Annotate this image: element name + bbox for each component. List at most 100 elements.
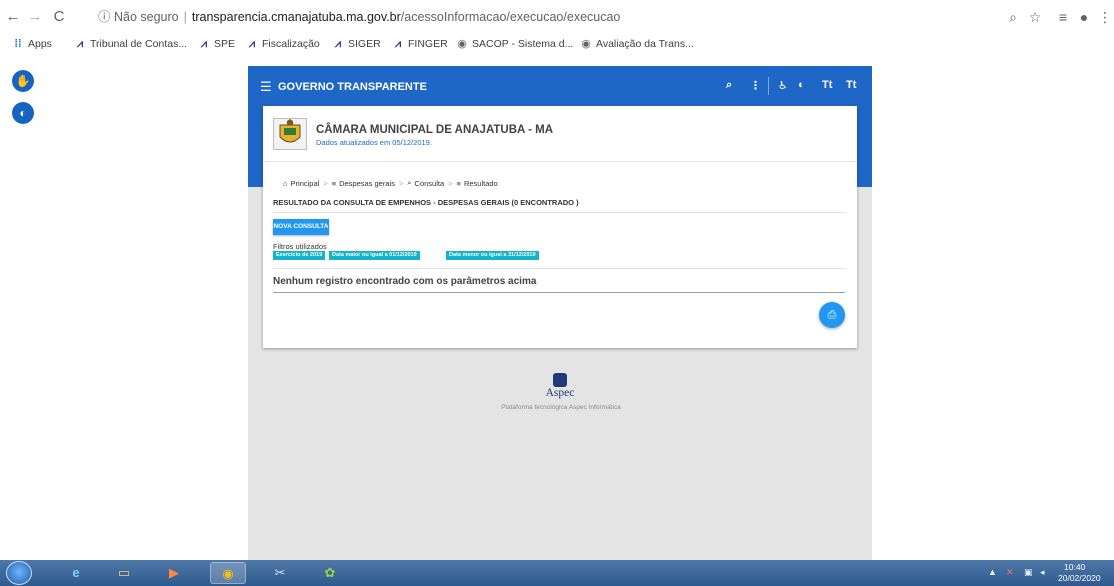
start-button[interactable] <box>6 561 32 585</box>
new-query-button[interactable]: NOVA CONSULTA <box>273 219 329 235</box>
bookmark-label: Tribunal de Contas... <box>90 38 188 50</box>
divider <box>263 161 857 162</box>
bookmark-label: Fiscalização <box>262 38 320 50</box>
bookmark-sacop[interactable]: ◉ SACOP - Sistema d... <box>456 37 573 51</box>
result-title: RESULTADO DA CONSULTA DE EMPENHOS - DESP… <box>273 198 579 207</box>
bookmark-label: SACOP - Sistema d... <box>472 38 574 50</box>
breadcrumb-separator: > <box>323 178 328 188</box>
site-container: ☰ GOVERNO TRANSPARENTE ⌕ ⋮ ♿ ◐ Tt Tt CÂM… <box>248 66 872 560</box>
globe-icon: ◉ <box>457 38 467 50</box>
print-button[interactable]: ⎙ <box>819 302 845 328</box>
volume-icon[interactable]: ◂ <box>1040 567 1045 578</box>
print-icon: ⎙ <box>827 309 837 321</box>
app-leaf-icon[interactable]: ✿ <box>312 562 348 584</box>
result-card: CÂMARA MUNICIPAL DE ANAJATUBA - MA Dados… <box>263 106 857 348</box>
forward-arrow-icon[interactable]: → <box>26 8 44 26</box>
search-icon: ⌕ <box>407 178 412 187</box>
bookmark-fiscalizacao[interactable]: ⩘ Fiscalização <box>246 37 320 51</box>
menu-kebab-icon[interactable]: ⋮ <box>1096 8 1114 26</box>
reload-icon[interactable]: C <box>50 8 68 26</box>
network-error-icon[interactable]: ✕ <box>1006 567 1014 578</box>
tce-logo-icon: ⩘ <box>394 38 402 50</box>
no-records-message: Nenhum registro encontrado com os parâme… <box>273 276 537 287</box>
browser-toolbar: ← → C ⓘ Não seguro | transparencia.cmanaja… <box>0 0 1114 34</box>
tools-app-icon[interactable]: ✂ <box>262 562 298 584</box>
bookmark-label: SIGER <box>348 38 381 50</box>
footer-tagline: Plataforma tecnológica Aspec Informática <box>501 404 621 411</box>
bookmark-tribunal[interactable]: ⩘ Tribunal de Contas... <box>74 37 187 51</box>
contrast-icon[interactable]: ◐ <box>12 102 34 124</box>
accessibility-icon[interactable]: ♿ <box>778 79 788 92</box>
globe-icon: ◉ <box>581 38 591 50</box>
bookmark-label: Apps <box>28 38 52 50</box>
font-decrease-icon[interactable]: Tt <box>822 79 832 91</box>
url-path: /acessoInformacao/execucao/execucao <box>400 10 621 24</box>
security-label: Não seguro <box>114 10 179 24</box>
aspec-logo[interactable]: Aspec <box>540 373 580 399</box>
bookmark-avaliacao[interactable]: ◉ Avaliação da Trans... <box>580 37 694 51</box>
page-viewport: ✋ ◐ ☰ GOVERNO TRANSPARENTE ⌕ ⋮ ♿ ◐ Tt Tt… <box>0 54 1114 560</box>
bookmark-label: Avaliação da Trans... <box>596 38 694 50</box>
sign-language-icon[interactable]: ✋ <box>12 70 34 92</box>
divider <box>273 268 845 269</box>
url-separator: | <box>183 10 187 24</box>
contrast-toggle-icon[interactable]: ◐ <box>798 79 805 91</box>
search-icon[interactable]: ⌕ <box>726 79 732 92</box>
file-explorer-icon[interactable]: ▭ <box>106 562 142 584</box>
municipal-crest-logo <box>273 118 307 150</box>
breadcrumb-principal[interactable]: Principal <box>291 179 320 188</box>
bookmark-star-icon[interactable]: ☆ <box>1026 8 1044 26</box>
tce-logo-icon: ⩘ <box>76 38 84 50</box>
reading-list-icon[interactable]: ≡ <box>1054 8 1072 26</box>
taskbar: e ▭ ▶ ◉ ✂ ✿ ▲ ✕ ▣ ◂ 10:40 20/02/2020 <box>0 560 1114 586</box>
bookmark-finger[interactable]: ⩘ FINGER <box>392 37 448 51</box>
back-arrow-icon[interactable]: ← <box>4 8 22 26</box>
apps-grid-icon: ⁞⁞ <box>14 38 22 50</box>
aspec-emblem-icon <box>553 373 567 387</box>
info-icon[interactable]: ⓘ <box>98 10 111 24</box>
clock-date[interactable]: 20/02/2020 <box>1058 573 1101 583</box>
last-updated-text: Dados atualizados em 05/12/2019. <box>316 138 432 147</box>
media-player-icon[interactable]: ▶ <box>156 562 192 584</box>
organization-name: CÂMARA MUNICIPAL DE ANAJATUBA - MA <box>316 124 554 136</box>
filters-label: Filtros utilizados <box>273 242 327 251</box>
bookmark-apps[interactable]: ⁞⁞ Apps <box>12 37 52 51</box>
filter-chip-year: Exercício de 2019 <box>273 251 326 260</box>
tce-logo-icon: ⩘ <box>334 38 342 50</box>
header-divider <box>768 77 769 95</box>
clock-time[interactable]: 10:40 <box>1064 562 1085 572</box>
breadcrumb-consulta[interactable]: Consulta <box>415 179 445 188</box>
profile-icon[interactable]: ● <box>1075 8 1093 26</box>
list-icon: ≡ <box>456 178 461 188</box>
breadcrumb-resultado: Resultado <box>463 178 498 188</box>
filter-chip-date-from: Data maior ou igual a 01/12/2019 <box>329 251 420 260</box>
internet-explorer-icon[interactable]: e <box>58 562 94 584</box>
site-title: GOVERNO TRANSPARENTE <box>278 81 427 93</box>
address-bar[interactable]: ⓘ Não seguro | transparencia.cmanajatuba.m… <box>98 6 768 28</box>
hamburger-menu-icon[interactable]: ☰ <box>260 79 272 95</box>
bookmark-label: SPE <box>214 38 236 50</box>
more-vert-icon[interactable]: ⋮ <box>750 79 761 92</box>
bookmark-siger[interactable]: ⩘ SIGER <box>332 37 381 51</box>
font-increase-icon[interactable]: Tt <box>846 79 856 91</box>
home-icon: ⌂ <box>283 178 288 188</box>
breadcrumb-despesas[interactable]: Despesas gerais <box>339 179 395 188</box>
display-icon[interactable]: ▣ <box>1024 567 1033 578</box>
filter-chip-date-to: Data menor ou igual a 31/12/2019 <box>446 251 539 260</box>
show-hidden-icons-icon[interactable]: ▲ <box>988 567 997 577</box>
list-icon: ≡ <box>331 178 337 188</box>
bookmark-spe[interactable]: ⩘ SPE <box>198 37 235 51</box>
chrome-icon[interactable]: ◉ <box>210 562 246 584</box>
system-tray: ▲ ✕ ▣ ◂ 10:40 20/02/2020 <box>968 560 1114 586</box>
zoom-icon[interactable]: ⌕ <box>1004 8 1022 26</box>
bookmarks-bar: ⁞⁞ Apps ⩘ Tribunal de Contas... ⩘ SPE ⩘ Fisc… <box>0 34 1114 54</box>
tce-logo-icon: ⩘ <box>248 38 256 50</box>
breadcrumb-separator: > <box>448 178 453 188</box>
url-host: transparencia.cmanajatuba.ma.gov.br <box>191 10 401 24</box>
bookmark-label: FINGER <box>408 38 448 50</box>
divider <box>273 212 845 213</box>
divider <box>273 292 845 293</box>
breadcrumb: ⌂ Principal > ≡ Despesas gerais > ⌕ Cons… <box>283 178 498 188</box>
tce-logo-icon: ⩘ <box>200 38 208 50</box>
breadcrumb-separator: > <box>398 178 404 188</box>
